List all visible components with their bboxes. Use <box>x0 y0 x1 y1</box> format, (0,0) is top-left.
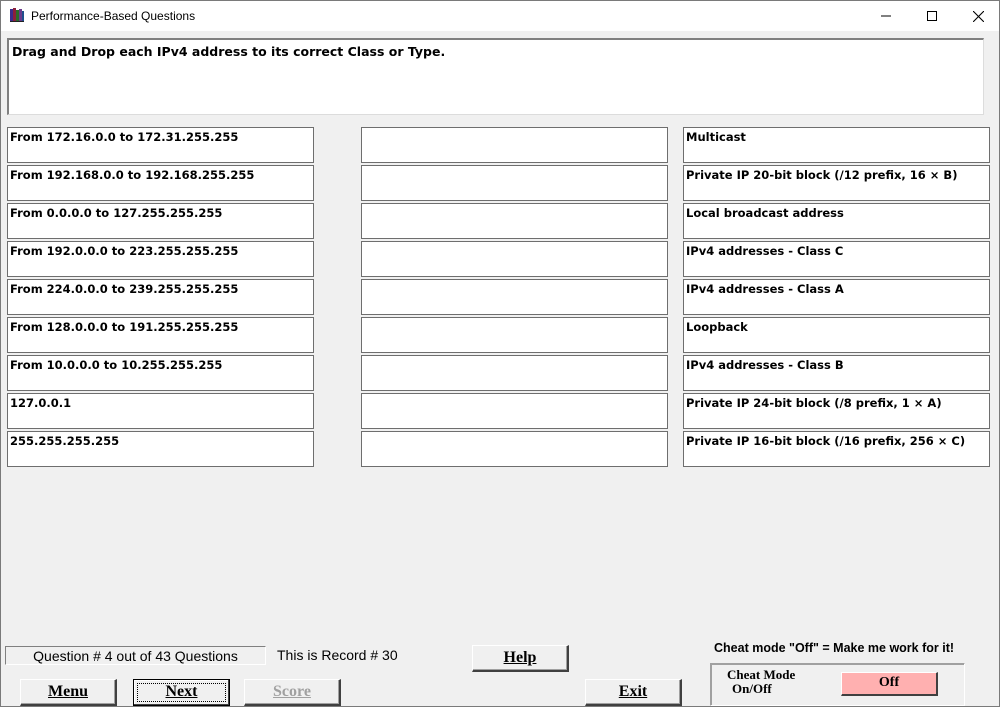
maximize-icon <box>927 11 937 21</box>
close-button[interactable] <box>955 1 1000 31</box>
drop-target[interactable] <box>361 203 668 239</box>
drop-target[interactable] <box>361 279 668 315</box>
cheat-mode-toggle[interactable]: Off <box>841 672 938 696</box>
drop-target[interactable] <box>361 127 668 163</box>
exit-button-label: Exit <box>618 683 648 700</box>
class-label: Private IP 16-bit block (/16 prefix, 256… <box>683 431 990 467</box>
drop-target[interactable] <box>361 393 668 429</box>
source-item[interactable]: From 128.0.0.0 to 191.255.255.255 <box>7 317 314 353</box>
source-item[interactable]: From 0.0.0.0 to 127.255.255.255 <box>7 203 314 239</box>
next-button[interactable]: Next <box>133 679 230 706</box>
drop-target[interactable] <box>361 241 668 277</box>
record-number: This is Record # 30 <box>277 647 398 663</box>
instruction-box: Drag and Drop each IPv4 address to its c… <box>7 38 984 115</box>
cheat-mode-label-line2: On/Off <box>732 681 772 696</box>
source-item[interactable]: 127.0.0.1 <box>7 393 314 429</box>
class-label: IPv4 addresses - Class C <box>683 241 990 277</box>
drop-target[interactable] <box>361 165 668 201</box>
help-button[interactable]: Help <box>472 645 569 672</box>
cheat-mode-label-line1: Cheat Mode <box>727 667 796 682</box>
source-item[interactable]: From 192.168.0.0 to 192.168.255.255 <box>7 165 314 201</box>
class-label: Private IP 24-bit block (/8 prefix, 1 × … <box>683 393 990 429</box>
drop-target[interactable] <box>361 317 668 353</box>
next-button-label: Next <box>165 683 198 700</box>
source-item[interactable]: From 192.0.0.0 to 223.255.255.255 <box>7 241 314 277</box>
books-icon <box>10 8 24 22</box>
class-label: Multicast <box>683 127 990 163</box>
class-label: Private IP 20-bit block (/12 prefix, 16 … <box>683 165 990 201</box>
exit-button[interactable]: Exit <box>585 679 682 706</box>
maximize-button[interactable] <box>909 1 955 31</box>
close-icon <box>972 10 984 22</box>
class-label: Local broadcast address <box>683 203 990 239</box>
cheat-mode-status: Cheat mode "Off" = Make me work for it! <box>714 641 955 655</box>
menu-button-label: Menu <box>48 683 88 700</box>
title-bar: Performance-Based Questions <box>1 1 999 31</box>
drop-target[interactable] <box>361 355 668 391</box>
menu-button[interactable]: Menu <box>20 679 117 706</box>
help-button-label: Help <box>503 649 537 666</box>
minimize-icon <box>881 15 891 17</box>
minimize-button[interactable] <box>863 1 909 31</box>
source-item[interactable]: From 224.0.0.0 to 239.255.255.255 <box>7 279 314 315</box>
class-label: Loopback <box>683 317 990 353</box>
question-counter: Question # 4 out of 43 Questions <box>5 646 266 665</box>
drop-target[interactable] <box>361 431 668 467</box>
cheat-mode-group: Cheat Mode On/Off Off <box>710 663 965 706</box>
app-window: Performance-Based Questions Drag and Dro… <box>0 0 1000 707</box>
window-title: Performance-Based Questions <box>31 9 196 23</box>
score-button[interactable]: Score <box>244 679 341 706</box>
source-item[interactable]: 255.255.255.255 <box>7 431 314 467</box>
cheat-mode-label: Cheat Mode On/Off <box>727 668 795 696</box>
score-button-label: Score <box>273 683 311 700</box>
source-item[interactable]: From 172.16.0.0 to 172.31.255.255 <box>7 127 314 163</box>
class-label: IPv4 addresses - Class B <box>683 355 990 391</box>
source-item[interactable]: From 10.0.0.0 to 10.255.255.255 <box>7 355 314 391</box>
class-label: IPv4 addresses - Class A <box>683 279 990 315</box>
